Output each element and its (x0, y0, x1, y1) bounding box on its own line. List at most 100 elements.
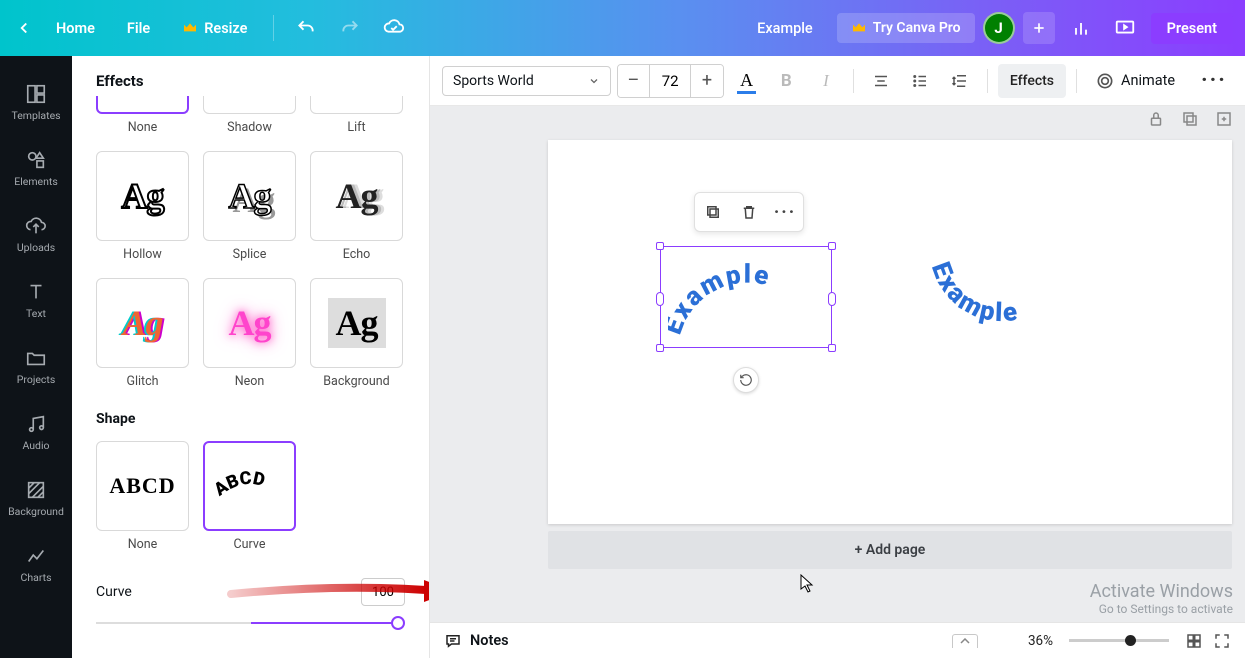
canvas-area[interactable]: ··· Example Example + Add page Activate … (430, 106, 1245, 622)
font-size-stepper: – + (617, 64, 724, 98)
nav-charts[interactable]: Charts (0, 532, 72, 596)
shape-curve[interactable]: ABCD (203, 441, 296, 531)
nav-uploads[interactable]: Uploads (0, 202, 72, 266)
bold-button[interactable]: B (769, 64, 803, 98)
floating-toolbar: ··· (694, 192, 804, 232)
nav-projects[interactable]: Projects (0, 334, 72, 398)
windows-watermark: Activate Windows Go to Settings to activ… (1090, 581, 1233, 616)
nav-templates[interactable]: Templates (0, 70, 72, 134)
add-page-button[interactable]: + Add page (548, 531, 1232, 569)
present-mode-icon[interactable] (1107, 10, 1143, 46)
selection-box[interactable] (660, 246, 832, 348)
animate-button[interactable]: Animate (1087, 71, 1183, 91)
effect-background[interactable]: Ag (310, 278, 403, 368)
lock-icon[interactable] (1147, 110, 1167, 130)
svg-text:Example: Example (925, 258, 1021, 328)
nav-label: Uploads (17, 241, 55, 254)
file-menu[interactable]: File (115, 14, 162, 43)
effect-label: Lift (347, 120, 365, 135)
add-page-icon[interactable] (1215, 110, 1235, 130)
nav-text[interactable]: Text (0, 268, 72, 332)
effect-lift[interactable] (310, 96, 403, 114)
nav-label: Background (8, 505, 64, 518)
duplicate-button[interactable] (702, 201, 724, 223)
document-name[interactable]: Example (741, 20, 829, 37)
left-nav: Templates Elements Uploads Text Projects… (0, 56, 72, 658)
font-size-increase[interactable]: + (691, 65, 723, 97)
effect-none[interactable] (96, 96, 189, 114)
crown-icon (182, 20, 198, 36)
duplicate-page-icon[interactable] (1181, 110, 1201, 130)
font-family-select[interactable]: Sports World (442, 66, 611, 96)
shape-label: None (128, 537, 158, 552)
element-more-button[interactable]: ··· (774, 201, 796, 223)
effect-label: None (128, 120, 158, 135)
zoom-value[interactable]: 36% (1028, 633, 1053, 649)
nav-elements[interactable]: Elements (0, 136, 72, 200)
list-button[interactable] (903, 64, 937, 98)
shape-none[interactable]: ABCD (96, 441, 189, 531)
font-size-input[interactable] (649, 65, 691, 97)
effects-button[interactable]: Effects (998, 64, 1066, 98)
share-add-button[interactable] (1023, 12, 1055, 44)
effect-glitch[interactable]: Ag (96, 278, 189, 368)
fullscreen-icon[interactable] (1213, 632, 1231, 650)
crown-icon (851, 20, 867, 36)
more-button[interactable]: ··· (1195, 68, 1233, 93)
nav-label: Elements (14, 175, 58, 188)
resize-menu[interactable]: Resize (170, 14, 259, 43)
undo-button[interactable] (288, 10, 324, 46)
align-button[interactable] (864, 64, 898, 98)
separator (853, 69, 854, 93)
effect-neon[interactable]: Ag (203, 278, 296, 368)
italic-button[interactable]: I (809, 64, 843, 98)
svg-text:ABCD: ABCD (210, 468, 267, 501)
page-navigator[interactable] (952, 634, 978, 648)
effect-shadow[interactable] (203, 96, 296, 114)
effect-hollow[interactable]: Ag (96, 151, 189, 241)
present-button[interactable]: Present (1151, 13, 1233, 44)
grid-view-icon[interactable] (1185, 632, 1203, 650)
effect-splice[interactable]: Ag (203, 151, 296, 241)
nav-label: Charts (21, 571, 52, 584)
bottom-bar: Notes 36% (430, 622, 1245, 658)
chevron-down-icon (588, 75, 600, 87)
back-button[interactable] (12, 16, 36, 40)
effect-label: Background (323, 374, 389, 389)
curve-value-input[interactable] (361, 578, 405, 606)
animate-icon (1095, 71, 1115, 91)
nav-label: Templates (11, 109, 60, 122)
separator (273, 15, 274, 41)
zoom-slider[interactable] (1069, 639, 1169, 642)
effect-echo[interactable]: Ag (310, 151, 403, 241)
nav-label: Projects (17, 373, 56, 386)
curve-slider[interactable] (96, 616, 405, 630)
notes-button[interactable]: Notes (444, 632, 509, 650)
effect-label: Shadow (227, 120, 272, 135)
nav-background[interactable]: Background (0, 466, 72, 530)
canvas-page[interactable] (548, 140, 1232, 524)
font-size-decrease[interactable]: – (618, 65, 650, 97)
font-color-button[interactable]: A (730, 64, 764, 98)
insights-button[interactable] (1063, 10, 1099, 46)
home-menu[interactable]: Home (44, 14, 107, 43)
avatar[interactable]: J (983, 12, 1015, 44)
nav-label: Audio (22, 439, 49, 452)
spacing-button[interactable] (943, 64, 977, 98)
rotate-handle[interactable] (733, 367, 759, 393)
curved-text-2[interactable]: Example (920, 246, 1084, 346)
nav-audio[interactable]: Audio (0, 400, 72, 464)
effect-label: Hollow (123, 247, 162, 262)
effect-label: Neon (235, 374, 265, 389)
separator (1076, 69, 1077, 93)
font-name: Sports World (453, 73, 534, 89)
try-pro-button[interactable]: Try Canva Pro (837, 13, 975, 43)
cloud-sync-icon[interactable] (376, 10, 412, 46)
effect-label: Splice (233, 247, 267, 262)
delete-button[interactable] (738, 201, 760, 223)
redo-button[interactable] (332, 10, 368, 46)
notes-icon (444, 632, 462, 650)
shape-label: Curve (234, 537, 266, 552)
resize-label: Resize (204, 20, 247, 37)
shape-section-title: Shape (96, 411, 405, 427)
